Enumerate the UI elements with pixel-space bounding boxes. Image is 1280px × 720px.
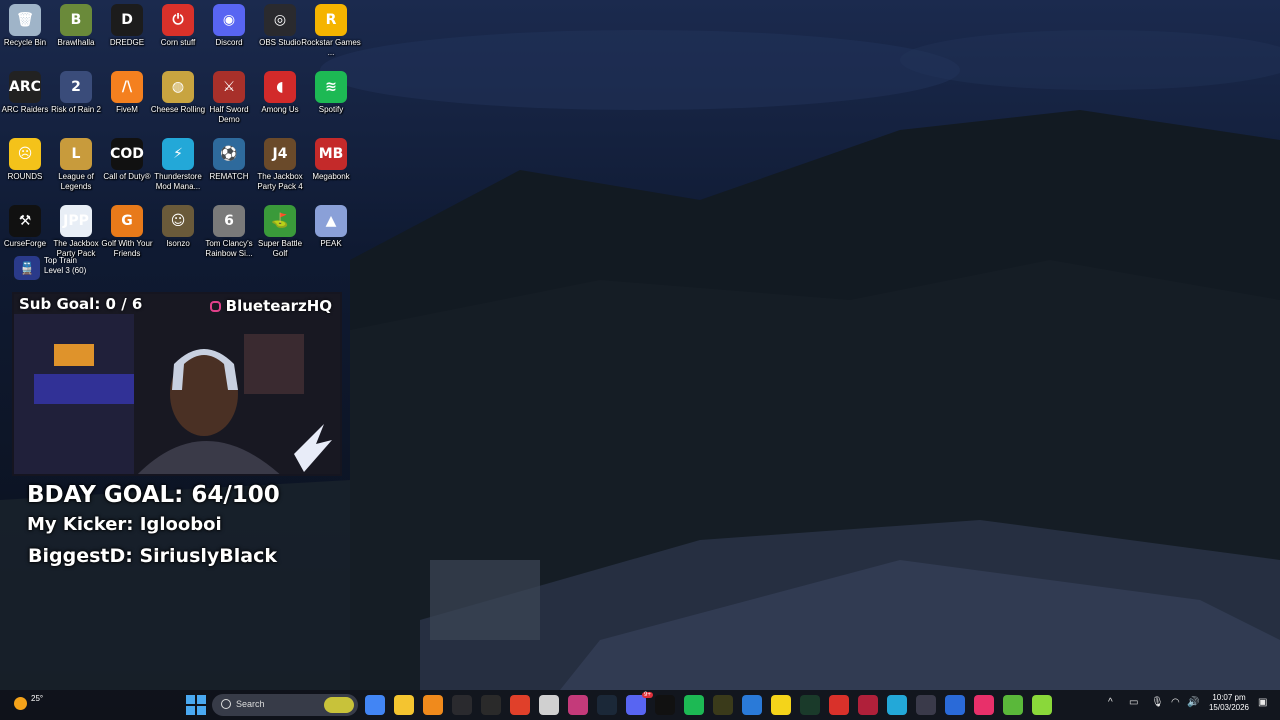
weather-temp: 25° [31,694,44,703]
photos-icon[interactable] [742,695,762,715]
kicker-text: My Kicker: Iglooboi [27,514,222,535]
jackbox-4-icon: J4 [264,138,296,170]
tray-app-icon[interactable]: ▭ [1129,697,1138,708]
tray-overflow-chevron-icon[interactable]: ^ [1108,697,1113,708]
instagram-icon [209,300,221,312]
desktop-shortcut-label: Megabonk [312,172,350,181]
thunderstore-icon: ⚡ [162,138,194,170]
discord-icon: ◉ [213,4,245,36]
search-highlight-icon [324,697,354,713]
isonzo-icon: ☺ [162,205,194,237]
dredge-icon: D [111,4,143,36]
megabonk-icon: MB [315,138,347,170]
app-red-icon[interactable] [510,695,530,715]
app-f-icon[interactable] [858,695,878,715]
handle-text: BluetearzHQ [225,297,332,315]
weather-sun-icon [14,697,27,710]
rainbow-six-icon: 6 [213,205,245,237]
search-placeholder: Search [236,699,265,709]
app-lime-icon[interactable] [1032,695,1052,715]
wifi-icon[interactable]: ◠ [1171,697,1180,708]
super-battle-golf-icon: ⛳ [264,205,296,237]
chrome-icon[interactable] [365,695,385,715]
spotify-icon: ≋ [315,71,347,103]
obs-studio-icon: ◎ [264,4,296,36]
epic-games-icon[interactable] [481,695,501,715]
spotify-icon[interactable] [684,695,704,715]
golf-with-friends-icon: G [111,205,143,237]
desktop-shortcut[interactable]: MB Megabonk [300,134,362,200]
fivem-icon: /\ [111,71,143,103]
desktop-shortcut-label: Spotify [318,105,344,114]
discord-icon[interactable] [626,695,646,715]
vlc-icon[interactable] [423,695,443,715]
half-sword-icon: ⚔ [213,71,245,103]
capcut-icon[interactable] [655,695,675,715]
desktop-shortcut-label: PEAK [320,239,342,248]
desktop-shortcut[interactable]: ▲ PEAK [300,201,362,267]
steam-icon[interactable] [597,695,617,715]
bday-goal-text: BDAY GOAL: 64/100 [27,482,280,508]
train-title: Top Train [44,256,77,265]
notifications-icon[interactable]: ▣ [1258,697,1267,708]
rematch-icon: ⚽ [213,138,245,170]
microsoft-store-icon[interactable] [945,695,965,715]
notes-icon[interactable] [539,695,559,715]
notification-badge: 9+ [642,692,653,698]
search-icon [221,699,231,709]
microphone-icon[interactable]: 🎙 [1151,697,1164,708]
corn-stuff-icon[interactable] [829,695,849,715]
train-icon: 🚆 [14,256,40,280]
sub-goal-text: Sub Goal: 0 / 6 [19,295,143,313]
xbox-icon[interactable] [713,695,733,715]
arc-raiders-icon: ARC [9,71,41,103]
webcam-feed [14,294,340,474]
recycle-bin-icon: 🗑 [9,4,41,36]
risk-of-rain-2-icon: 2 [60,71,92,103]
app-green-icon[interactable] [1003,695,1023,715]
peak-icon: ▲ [315,205,347,237]
cheese-rolling-icon: ◍ [162,71,194,103]
rounds-icon: ☹ [9,138,41,170]
desktop-shortcut[interactable]: R Rockstar Games ... [300,0,362,66]
among-us-icon: ◖ [264,71,296,103]
app-circle-icon[interactable] [916,695,936,715]
train-notice: 🚆 Top Train Level 3 (60) [8,254,98,284]
brawlhalla-icon: B [60,4,92,36]
terminal-icon[interactable] [800,695,820,715]
train-detail: Level 3 (60) [44,266,87,275]
tiktok-icon[interactable] [974,695,994,715]
social-handle: BluetearzHQ [209,297,332,315]
taskbar-clock[interactable]: 10:07 pm 15/03/2026 [1206,693,1252,713]
webcam-overlay: BluetearzHQ [12,292,342,476]
volume-icon[interactable]: 🔊 [1187,697,1199,708]
jackbox-icon: JPP [60,205,92,237]
curseforge-icon: ⚒ [9,205,41,237]
weather-widget[interactable]: 25° [12,694,52,714]
obs-icon[interactable] [452,695,472,715]
thunderstore-icon[interactable] [887,695,907,715]
file-explorer-icon[interactable] [394,695,414,715]
desktop-shortcut-label: Rockstar Games ... [301,38,361,57]
corn-stuff-icon: ⏻ [162,4,194,36]
biggest-text: BiggestD: SiriuslyBlack [28,545,277,567]
desktop-shortcut[interactable]: ≋ Spotify [300,67,362,133]
clock-time: 10:07 pm [1212,693,1246,702]
clock-date: 15/03/2026 [1208,703,1250,712]
rockstar-games-icon: R [315,4,347,36]
sticky-notes-icon[interactable] [771,695,791,715]
start-button[interactable] [186,695,206,715]
league-of-legends-icon: L [60,138,92,170]
call-of-duty-icon: COD [110,138,144,170]
taskbar-search[interactable]: Search [212,694,358,716]
app-pink-icon[interactable] [568,695,588,715]
